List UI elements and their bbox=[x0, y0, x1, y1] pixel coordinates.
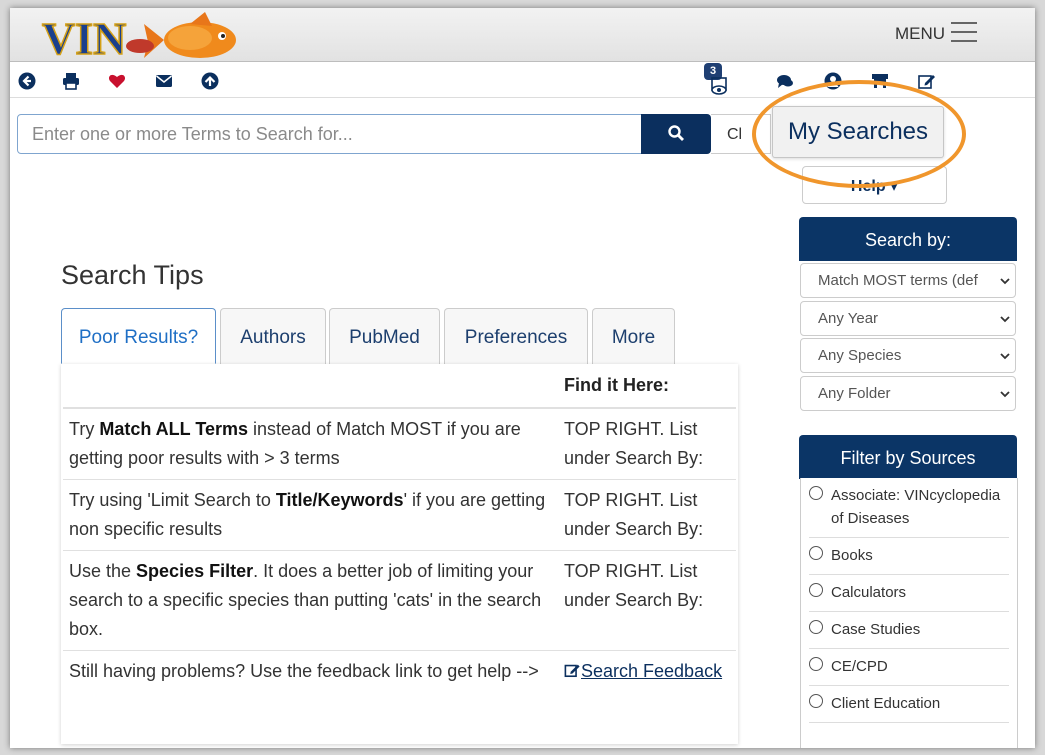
message-boards-chat-icon[interactable] bbox=[776, 72, 794, 90]
watched-threads-eye-icon[interactable] bbox=[710, 77, 728, 95]
table-header-row: Find it Here: bbox=[63, 364, 736, 409]
tip-location: TOP RIGHT. List under Search By: bbox=[558, 408, 736, 480]
chevron-down-icon bbox=[1000, 391, 1010, 398]
heart-favorite-icon[interactable] bbox=[108, 72, 126, 90]
radio-button[interactable] bbox=[809, 486, 823, 500]
tab-more[interactable]: More bbox=[592, 308, 675, 364]
hamburger-menu-icon[interactable] bbox=[951, 22, 977, 42]
help-dropdown-button[interactable]: Help ▾ bbox=[802, 166, 947, 204]
toolbar: 3 bbox=[10, 63, 1035, 98]
source-label: Client Education bbox=[831, 695, 941, 712]
store-icon[interactable] bbox=[871, 72, 889, 90]
clear-button[interactable]: Cl bbox=[711, 114, 771, 154]
source-radio-item[interactable]: Books bbox=[809, 538, 1009, 575]
source-label: Books bbox=[831, 547, 873, 564]
edit-note-icon[interactable] bbox=[918, 72, 936, 90]
chevron-down-icon bbox=[1000, 316, 1010, 323]
magnifier-search-icon bbox=[668, 124, 684, 141]
tips-panel: Find it Here: Try Match ALL Terms instea… bbox=[61, 364, 738, 744]
source-label: Associate: VINcyclopedia of Diseases bbox=[831, 487, 1001, 527]
tip-text: Still having problems? Use the feedback … bbox=[69, 661, 539, 681]
chevron-down-icon bbox=[1000, 353, 1010, 360]
source-radio-item[interactable]: Calculators bbox=[809, 575, 1009, 612]
tab-authors[interactable]: Authors bbox=[220, 308, 326, 364]
tab-preferences[interactable]: Preferences bbox=[444, 308, 588, 364]
tip-text: Try using 'Limit Search to Title/Keyword… bbox=[63, 479, 558, 551]
select-value: Any Year bbox=[818, 310, 879, 327]
select-value: Any Folder bbox=[818, 385, 891, 402]
table-row: Still having problems? Use the feedback … bbox=[63, 651, 736, 693]
find-it-here-header: Find it Here: bbox=[558, 364, 736, 409]
tips-table: Find it Here: Try Match ALL Terms instea… bbox=[63, 364, 736, 692]
scroll-up-arrow-icon[interactable] bbox=[201, 72, 219, 90]
menu-label[interactable]: MENU bbox=[895, 24, 945, 44]
radio-button[interactable] bbox=[809, 620, 823, 634]
print-icon[interactable] bbox=[62, 72, 80, 90]
source-label: CE/CPD bbox=[831, 658, 888, 675]
my-searches-button[interactable]: My Searches bbox=[772, 106, 944, 158]
svg-text:VIN: VIN bbox=[42, 13, 126, 64]
search-button[interactable] bbox=[641, 114, 711, 154]
tab-poor-results[interactable]: Poor Results? bbox=[61, 308, 216, 364]
source-radio-item[interactable]: Associate: VINcyclopedia of Diseases bbox=[809, 478, 1009, 538]
tab-pubmed[interactable]: PubMed bbox=[329, 308, 440, 364]
site-header: VIN MENU bbox=[10, 8, 1035, 65]
source-radio-item[interactable]: Case Studies bbox=[809, 612, 1009, 649]
tip-column-header bbox=[63, 364, 558, 409]
table-row: Try using 'Limit Search to Title/Keyword… bbox=[63, 479, 736, 551]
search-feedback-link[interactable]: Search Feedback bbox=[564, 661, 722, 681]
chevron-down-icon bbox=[1000, 278, 1010, 285]
source-radio-item[interactable]: Client Education bbox=[809, 686, 1009, 723]
search-tips-heading: Search Tips bbox=[61, 260, 204, 290]
table-row: Use the Species Filter. It does a better… bbox=[63, 550, 736, 651]
search-input[interactable] bbox=[17, 114, 642, 154]
envelope-email-icon[interactable] bbox=[155, 72, 173, 90]
search-feedback-cell: Search Feedback bbox=[558, 651, 736, 693]
match-terms-select[interactable]: Match MOST terms (def bbox=[800, 263, 1016, 298]
user-profile-icon[interactable] bbox=[824, 72, 842, 90]
vin-logo[interactable]: VIN bbox=[40, 10, 245, 66]
back-arrow-icon[interactable] bbox=[18, 72, 36, 90]
radio-button[interactable] bbox=[809, 694, 823, 708]
edit-note-icon bbox=[564, 664, 580, 678]
source-label: Calculators bbox=[831, 584, 907, 601]
table-row: Try Match ALL Terms instead of Match MOS… bbox=[63, 408, 736, 480]
source-label: Case Studies bbox=[831, 621, 921, 638]
species-select[interactable]: Any Species bbox=[800, 338, 1016, 373]
radio-button[interactable] bbox=[809, 546, 823, 560]
folder-select[interactable]: Any Folder bbox=[800, 376, 1016, 411]
tip-text: Try Match ALL Terms instead of Match MOS… bbox=[63, 408, 558, 480]
select-value: Match MOST terms (def bbox=[818, 272, 978, 289]
filter-by-sources-header: Filter by Sources bbox=[799, 435, 1017, 479]
year-select[interactable]: Any Year bbox=[800, 301, 1016, 336]
tip-location: TOP RIGHT. List under Search By: bbox=[558, 550, 736, 651]
sources-list: Associate: VINcyclopedia of Diseases Boo… bbox=[800, 478, 1018, 748]
source-radio-item[interactable]: CE/CPD bbox=[809, 649, 1009, 686]
tip-location: TOP RIGHT. List under Search By: bbox=[558, 479, 736, 551]
tip-text: Use the Species Filter. It does a better… bbox=[63, 550, 558, 651]
select-value: Any Species bbox=[818, 347, 902, 364]
browser-viewport: VIN MENU 3 Enter one or more Terms to Se… bbox=[10, 8, 1035, 748]
search-by-header: Search by: bbox=[799, 217, 1017, 261]
radio-button[interactable] bbox=[809, 657, 823, 671]
radio-button[interactable] bbox=[809, 583, 823, 597]
